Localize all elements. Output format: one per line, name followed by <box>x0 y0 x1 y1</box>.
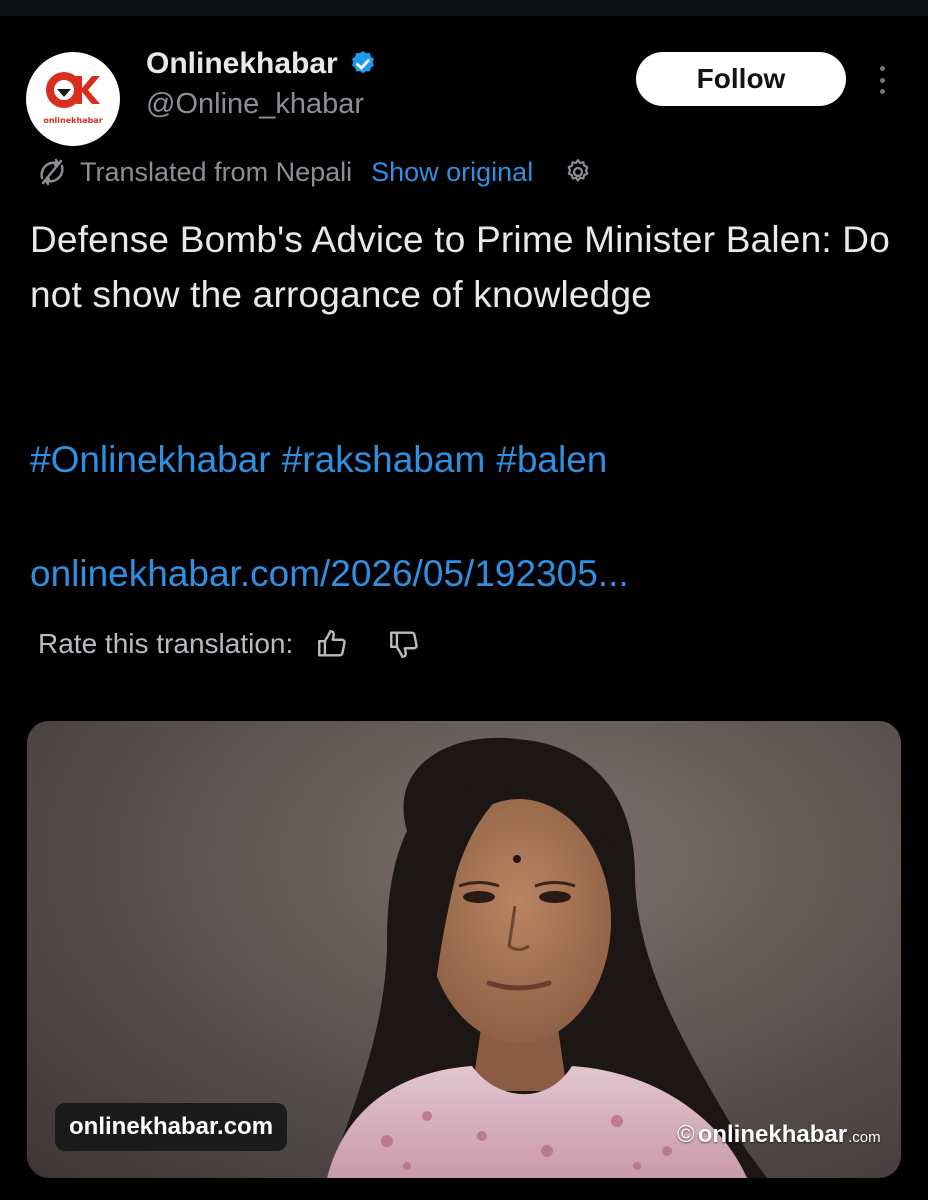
watermark-left: onlinekhabar.com <box>55 1103 288 1151</box>
top-bar <box>0 0 928 16</box>
article-link[interactable]: onlinekhabar.com/2026/05/192305... <box>30 546 629 601</box>
avatar[interactable]: onlinekhabar <box>26 52 120 146</box>
account-name[interactable]: Onlinekhabar <box>146 47 338 81</box>
verified-badge-icon <box>351 50 374 74</box>
hashtag-balen[interactable]: #balen <box>496 439 607 480</box>
thumbs-down-icon[interactable] <box>387 627 421 661</box>
show-original-link[interactable]: Show original <box>371 157 533 188</box>
translated-label: Translated from Nepali <box>80 156 353 187</box>
watermark-right-main: onlinekhabar <box>697 1121 848 1148</box>
account-name-row: Onlinekhabar <box>146 44 378 84</box>
thumbs-up-icon[interactable] <box>315 627 349 661</box>
tweet-text: Defense Bomb's Advice to Prime Minister … <box>30 219 891 315</box>
settings-icon[interactable] <box>563 157 593 187</box>
rate-translation-label: Rate this translation: <box>38 628 294 659</box>
translation-row: Translated from Nepali Show original <box>36 153 593 191</box>
translate-icon <box>40 158 64 186</box>
rate-translation-row: Rate this translation: <box>38 622 421 666</box>
more-icon[interactable] <box>872 62 892 98</box>
hashtag-onlinekhabar[interactable]: #Onlinekhabar <box>30 439 271 480</box>
hashtags: #Onlinekhabar #rakshabam #balen <box>30 432 607 487</box>
watermark-right-suffix: .com <box>848 1129 881 1146</box>
hashtag-rakshabam[interactable]: #rakshabam <box>282 439 486 480</box>
logo-mark <box>46 72 100 108</box>
account-handle[interactable]: @Online_khabar <box>146 88 364 121</box>
follow-button[interactable]: Follow <box>636 52 846 106</box>
tweet-image[interactable]: onlinekhabar.com © onlinekhabar .com <box>27 721 901 1178</box>
avatar-wordmark: onlinekhabar <box>43 116 103 125</box>
watermark-right: © onlinekhabar .com <box>677 1121 881 1149</box>
copyright-symbol: © <box>677 1121 695 1148</box>
